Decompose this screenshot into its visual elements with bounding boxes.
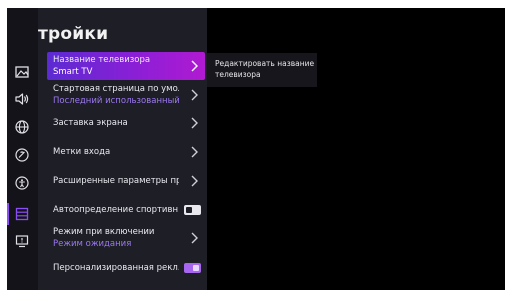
menu-item-label: Расширенные параметры пр… bbox=[53, 176, 179, 186]
menu-item-value: Режим ожидания bbox=[53, 239, 132, 249]
menu-item-input-labels[interactable]: Метки входа bbox=[47, 138, 205, 166]
menu-item-label: Автоопределение спортивн… bbox=[53, 205, 179, 215]
category-sidebar bbox=[7, 8, 38, 290]
network-icon[interactable] bbox=[10, 115, 34, 139]
menu-item-value: Последний использованный… bbox=[53, 96, 179, 106]
menu-item-tv-name[interactable]: Название телевизора Smart TV bbox=[47, 52, 205, 80]
chevron-right-icon bbox=[191, 89, 198, 101]
chevron-right-icon bbox=[191, 232, 198, 244]
menu-item-screensaver[interactable]: Заставка экрана bbox=[47, 109, 205, 137]
sound-icon[interactable] bbox=[10, 87, 34, 111]
active-category-indicator bbox=[7, 203, 9, 225]
menu-item-label: Метки входа bbox=[53, 147, 111, 157]
toggle-off[interactable] bbox=[184, 205, 201, 215]
chevron-right-icon bbox=[191, 146, 198, 158]
chevron-right-icon bbox=[191, 60, 198, 72]
toggle-on[interactable] bbox=[184, 263, 201, 273]
accessibility-icon[interactable] bbox=[10, 171, 34, 195]
menu-item-power-on-mode[interactable]: Режим при включении Режим ожидания bbox=[47, 224, 205, 252]
menu-item-value: Smart TV bbox=[53, 67, 93, 77]
chevron-right-icon bbox=[191, 175, 198, 187]
menu-item-label: Персонализированная рекл… bbox=[53, 263, 179, 273]
menu-item-label: Стартовая страница по умол… bbox=[53, 84, 179, 94]
menu-item-personalized-ads[interactable]: Персонализированная рекл… bbox=[47, 254, 205, 282]
tv-screen: тройки Название телевизора Smart TV Стар… bbox=[7, 8, 505, 290]
menu-item-advanced-settings[interactable]: Расширенные параметры пр… bbox=[47, 167, 205, 195]
picture-icon[interactable] bbox=[10, 60, 34, 84]
menu-item-label: Заставка экрана bbox=[53, 118, 128, 128]
support-info-icon[interactable] bbox=[10, 229, 34, 253]
chevron-right-icon bbox=[191, 117, 198, 129]
accessibility-ring-icon[interactable] bbox=[10, 143, 34, 167]
system-list-icon[interactable] bbox=[10, 202, 34, 226]
menu-item-label: Название телевизора bbox=[53, 55, 151, 65]
menu-item-start-page[interactable]: Стартовая страница по умол… Последний ис… bbox=[47, 81, 205, 109]
help-tooltip-text: Редактировать название телевизора bbox=[215, 59, 315, 79]
page-title: тройки bbox=[38, 24, 109, 44]
menu-item-label: Режим при включении bbox=[53, 227, 155, 237]
help-tooltip: Редактировать название телевизора bbox=[207, 53, 317, 87]
menu-item-sport-autodetect[interactable]: Автоопределение спортивн… bbox=[47, 196, 205, 224]
